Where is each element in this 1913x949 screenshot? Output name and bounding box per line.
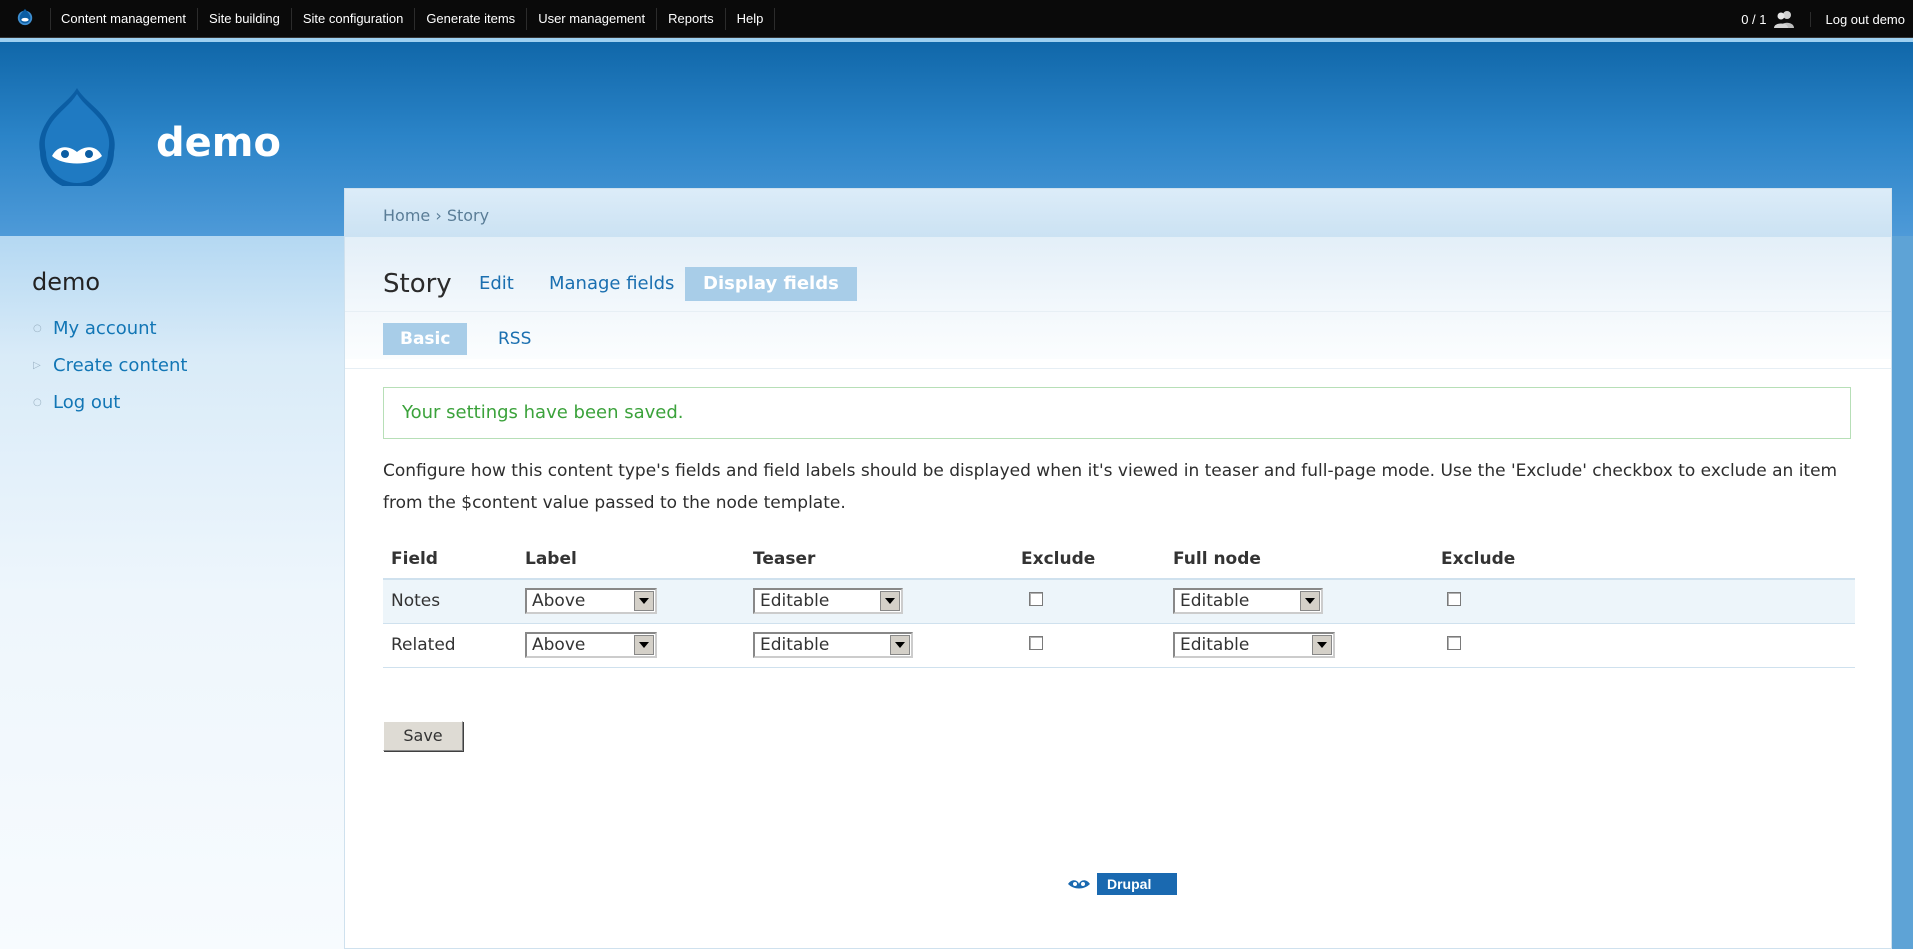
label-select[interactable]: Above xyxy=(525,632,657,658)
users-icon xyxy=(1774,11,1795,28)
circle-bullet-icon: ○ xyxy=(33,397,42,408)
toolbar-site-configuration[interactable]: Site configuration xyxy=(292,8,416,30)
chevron-down-icon[interactable] xyxy=(634,635,654,655)
sidebar-menu: ○ My account ▷ Create content ○ Log out xyxy=(32,310,187,421)
chevron-down-icon[interactable] xyxy=(880,591,900,612)
full-exclude-checkbox[interactable] xyxy=(1447,592,1461,607)
sidebar-item-label[interactable]: My account xyxy=(53,318,157,339)
toolbar-generate-items[interactable]: Generate items xyxy=(415,8,528,30)
tab-manage-fields[interactable]: Manage fields xyxy=(531,267,692,301)
toolbar-right: 0 / 1 Log out demo xyxy=(1735,0,1905,38)
select-value: Editable xyxy=(1180,591,1250,612)
select-value: Editable xyxy=(760,591,830,612)
main-content: Home › Story Story Edit Manage fields Di… xyxy=(344,188,1892,949)
teaser-select[interactable]: Editable xyxy=(753,588,903,615)
status-message: Your settings have been saved. xyxy=(383,387,1851,439)
table-row: Related Above Editable Editable xyxy=(383,623,1855,668)
sidebar-item-log-out[interactable]: ○ Log out xyxy=(32,384,187,421)
drupal-icon xyxy=(1061,873,1097,895)
breadcrumb-band xyxy=(345,189,1891,237)
sidebar-title: demo xyxy=(32,268,101,296)
toolbar-help[interactable]: Help xyxy=(726,8,776,30)
help-text: Configure how this content type's fields… xyxy=(383,461,1838,513)
chevron-down-icon[interactable] xyxy=(890,635,910,655)
full-node-select[interactable]: Editable xyxy=(1173,588,1323,615)
header-divider xyxy=(0,38,1913,42)
column-header-label: Label xyxy=(517,539,745,580)
select-value: Editable xyxy=(760,635,830,655)
site-name[interactable]: demo xyxy=(156,120,281,166)
label-select[interactable]: Above xyxy=(525,588,657,615)
full-exclude-checkbox[interactable] xyxy=(1447,636,1461,650)
drupal-drop-icon xyxy=(1068,880,1090,889)
column-header-teaser-exclude: Exclude xyxy=(1013,539,1165,580)
teaser-select[interactable]: Editable xyxy=(753,632,913,658)
online-users-counter: 0 / 1 xyxy=(1741,11,1767,27)
tabs-bottom-border xyxy=(345,368,1891,369)
table-header-row: Field Label Teaser Exclude Full node Exc… xyxy=(383,539,1855,580)
field-name: Related xyxy=(383,623,517,668)
circle-bullet-icon: ○ xyxy=(33,323,42,334)
breadcrumb[interactable]: Home › Story xyxy=(383,206,489,225)
select-value: Editable xyxy=(1180,635,1250,655)
table-row: Notes Above Editable Editable xyxy=(383,579,1855,624)
sidebar: demo ○ My account ▷ Create content ○ Log ou… xyxy=(32,268,187,421)
drupal-icon[interactable] xyxy=(16,8,34,26)
tab-display-fields[interactable]: Display fields xyxy=(685,267,857,301)
toolbar-reports[interactable]: Reports xyxy=(657,8,726,30)
drupal-logo-icon[interactable] xyxy=(32,86,122,186)
toolbar-menu: Content management Site building Site co… xyxy=(50,0,776,38)
save-button[interactable]: Save xyxy=(383,721,463,751)
sidebar-item-my-account[interactable]: ○ My account xyxy=(32,310,187,347)
column-header-full-exclude: Exclude xyxy=(1433,539,1855,580)
field-name: Notes xyxy=(383,579,517,624)
sidebar-item-label[interactable]: Log out xyxy=(53,392,120,413)
powered-by-drupal-badge[interactable]: Drupal xyxy=(1061,873,1177,895)
page-title: Story xyxy=(383,269,452,299)
tab-edit[interactable]: Edit xyxy=(461,267,532,301)
teaser-exclude-checkbox[interactable] xyxy=(1029,636,1043,650)
chevron-down-icon[interactable] xyxy=(1300,591,1320,612)
subtab-rss[interactable]: RSS xyxy=(481,323,548,355)
subtab-basic[interactable]: Basic xyxy=(383,323,468,355)
display-fields-table: Field Label Teaser Exclude Full node Exc… xyxy=(383,539,1855,668)
teaser-exclude-checkbox[interactable] xyxy=(1029,592,1043,607)
column-header-full-node: Full node xyxy=(1165,539,1433,580)
tab-divider xyxy=(345,311,1891,312)
select-value: Above xyxy=(532,635,586,655)
select-value: Above xyxy=(532,591,586,612)
full-node-select[interactable]: Editable xyxy=(1173,632,1335,658)
toolbar-user-management[interactable]: User management xyxy=(527,8,658,30)
chevron-down-icon[interactable] xyxy=(634,591,654,612)
toolbar-logout-link[interactable]: Log out demo xyxy=(1810,11,1905,27)
powered-label: Drupal xyxy=(1107,876,1152,892)
chevron-down-icon[interactable] xyxy=(1312,635,1332,655)
triangle-bullet-icon: ▷ xyxy=(33,360,41,371)
toolbar-site-building[interactable]: Site building xyxy=(198,8,292,30)
column-header-field: Field xyxy=(383,539,517,580)
admin-toolbar: Content management Site building Site co… xyxy=(0,0,1913,38)
column-header-teaser: Teaser xyxy=(745,539,1013,580)
toolbar-content-management[interactable]: Content management xyxy=(50,8,199,30)
sidebar-item-label[interactable]: Create content xyxy=(53,355,187,376)
sidebar-item-create-content[interactable]: ▷ Create content xyxy=(32,347,187,384)
